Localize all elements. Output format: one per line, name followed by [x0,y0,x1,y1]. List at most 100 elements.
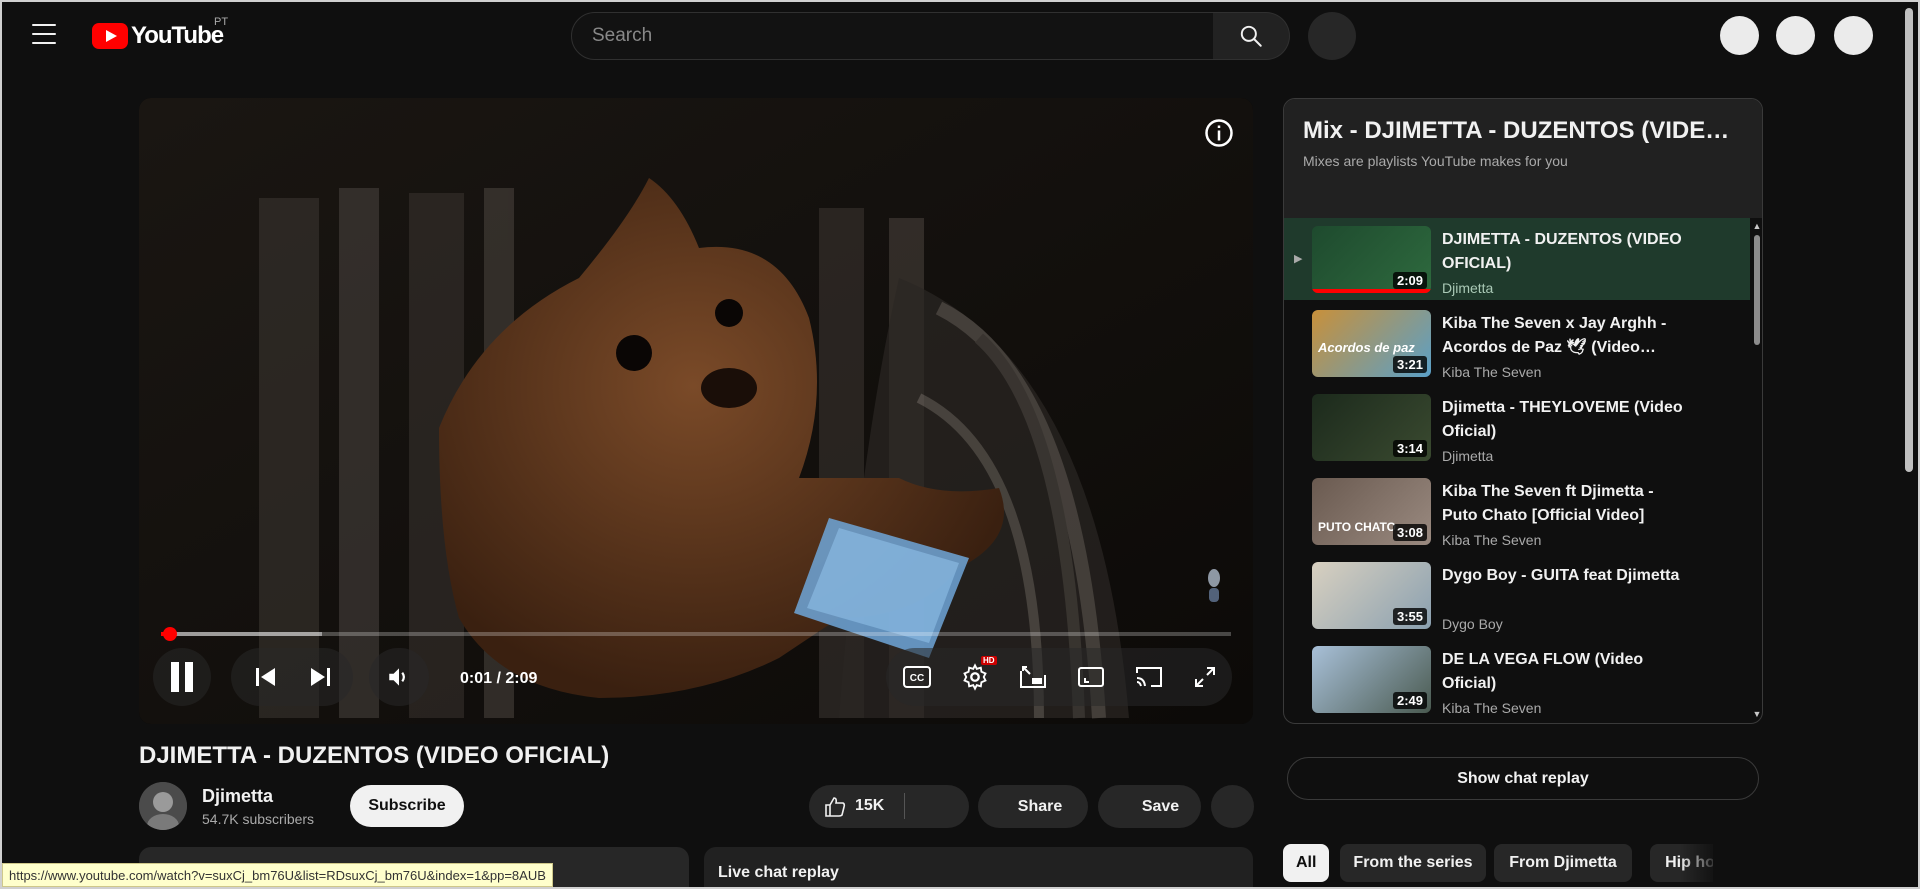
menu-icon[interactable] [30,22,58,46]
duration-badge: 3:14 [1392,440,1427,457]
previous-button[interactable] [241,648,291,706]
search-button[interactable] [1213,12,1290,60]
status-bar-url: https://www.youtube.com/watch?v=suxCj_bm… [2,863,553,887]
playlist-item[interactable]: 2:49 DE LA VEGA FLOW (Video Oficial) Kiba … [1284,638,1750,720]
playlist-thumbnail[interactable]: 2:49 [1312,646,1431,713]
channel-avatar[interactable] [139,782,187,830]
youtube-play-icon [92,23,128,49]
region-code: PT [214,16,229,28]
miniplayer-icon [1020,666,1046,688]
playlist-item-title: DJIMETTA - DUZENTOS (VIDEO OFICIAL) [1442,231,1682,272]
filter-chip[interactable]: From the series [1340,844,1486,882]
volume-button[interactable] [369,648,429,706]
time-display: 0:01 / 2:09 [460,670,538,687]
playlist-thumbnail[interactable]: 2:09 [1312,226,1431,293]
search-input[interactable] [592,13,1213,59]
more-actions-button[interactable] [1211,785,1254,828]
playlist-item[interactable]: ▶ 2:09 DJIMETTA - DUZENTOS (VIDEO OFICIAL)… [1284,218,1750,300]
volume-icon [389,668,405,686]
like-button[interactable] [823,795,847,824]
page-scrollbar[interactable] [1905,8,1913,472]
share-button[interactable]: Share [978,785,1088,828]
scroll-down-arrow-icon[interactable]: ▼ [1752,709,1762,719]
scrollbar-thumb[interactable] [1754,235,1760,345]
subtitles-button[interactable]: CC [891,648,943,706]
pause-button[interactable] [153,648,211,706]
dislike-button[interactable] [909,785,969,828]
chips-fade [1680,844,1720,884]
video-player[interactable]: 0:01 / 2:09 CC HD [139,98,1253,724]
duration-badge: 3:08 [1392,524,1427,541]
duration-badge: 2:09 [1392,272,1427,289]
scrubber-handle[interactable] [162,627,177,641]
video-frame [139,98,1253,724]
scroll-up-arrow-icon[interactable]: ▲ [1752,221,1762,231]
previous-icon [256,668,275,686]
playlist-thumbnail[interactable]: 3:14 [1312,394,1431,461]
thumbnail-text: PUTO CHATO [1318,520,1397,534]
cc-icon: CC [903,666,931,688]
hd-badge: HD [981,656,997,665]
playlist-item-title: Kiba The Seven x Jay Arghh - Acordos de … [1442,315,1667,356]
fullscreen-button[interactable] [1179,648,1231,706]
miniplayer-button[interactable] [1007,648,1059,706]
duration-badge: 3:55 [1392,608,1427,625]
show-chat-replay-button[interactable]: Show chat replay [1287,757,1759,800]
next-button[interactable] [295,648,345,706]
playlist-item[interactable]: PUTO CHATO 3:08 Kiba The Seven ft Djimetta… [1284,470,1750,552]
playlist-item-title: DE LA VEGA FLOW (Video Oficial) [1442,651,1644,692]
video-title: DJIMETTA - DUZENTOS (VIDEO OFICIAL) [139,742,610,769]
filter-chip[interactable]: All [1283,844,1330,882]
avatar-image [139,782,187,830]
pause-icon [171,662,193,692]
buffer-bar [161,632,322,636]
save-button[interactable]: Save [1098,785,1201,828]
cast-button[interactable] [1123,648,1175,706]
playlist-item-channel: Djimetta [1442,280,1494,296]
playlist-item-channel: Kiba The Seven [1442,532,1542,548]
progress-bar[interactable] [161,627,1231,641]
gear-icon [963,663,987,691]
playlist-thumbnail[interactable]: 3:55 [1312,562,1431,629]
playlist-panel: Mix - DJIMETTA - DUZENTOS (VIDE… Mixes a… [1283,98,1763,724]
playlist-item[interactable]: Acordos de paz 3:21 Kiba The Seven x Jay A… [1284,302,1750,384]
search-box[interactable] [571,12,1214,60]
notifications-button[interactable] [1776,16,1815,55]
watched-progress-bar [1312,289,1431,293]
playlist-item-channel: Kiba The Seven [1442,364,1542,380]
playlist-title[interactable]: Mix - DJIMETTA - DUZENTOS (VIDE… [1303,117,1729,145]
playlist-header: Mix - DJIMETTA - DUZENTOS (VIDE… Mixes a… [1284,99,1762,218]
playlist-item[interactable]: 3:14 Djimetta - THEYLOVEME (Video Oficial… [1284,386,1750,468]
create-button[interactable] [1720,16,1759,55]
subscriber-count: 54.7K subscribers [202,811,315,827]
live-chat-label: Live chat replay [718,864,839,881]
now-playing-icon: ▶ [1294,253,1303,265]
voice-search-button[interactable] [1308,12,1356,60]
playlist-item-title: Dygo Boy - GUITA feat Djimetta [1442,567,1680,584]
thumbnail-text: Acordos de paz [1318,340,1415,355]
theater-icon [1078,667,1104,687]
channel-watermark-icon[interactable] [1203,566,1225,606]
next-icon [311,668,330,686]
playlist-item[interactable]: 3:55 Dygo Boy - GUITA feat Djimetta Dygo B… [1284,554,1750,636]
playlist-scrollbar[interactable]: ▲ ▼ [1752,221,1762,719]
cast-icon [1136,667,1162,687]
like-count: 15K [855,797,885,814]
youtube-logo[interactable]: YouTube [92,22,224,50]
subscribe-button[interactable]: Subscribe [350,785,464,827]
logo-text: YouTube [131,22,224,49]
account-avatar[interactable] [1834,16,1873,55]
search-icon [1240,25,1262,47]
playlist-item-title: Djimetta - THEYLOVEME (Video Oficial) [1442,399,1683,440]
top-bar: YouTube PT [0,0,1920,70]
thumbs-up-icon [825,797,846,817]
playlist-thumbnail[interactable]: PUTO CHATO 3:08 [1312,478,1431,545]
info-icon[interactable] [1204,118,1234,148]
playlist-item-channel: Djimetta [1442,448,1494,464]
settings-button[interactable]: HD [949,648,1001,706]
playlist-thumbnail[interactable]: Acordos de paz 3:21 [1312,310,1431,377]
filter-chip[interactable]: From Djimetta [1494,844,1632,882]
share-label: Share [1017,797,1063,815]
theater-mode-button[interactable] [1065,648,1117,706]
channel-name[interactable]: Djimetta [202,786,273,807]
